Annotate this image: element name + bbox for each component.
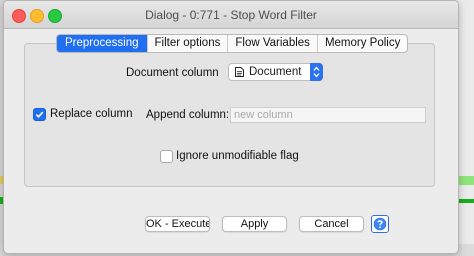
tab-flow-variables[interactable]: Flow Variables xyxy=(227,35,317,52)
question-mark-icon xyxy=(373,217,387,231)
checkmark-icon xyxy=(35,111,44,118)
document-column-value: Document xyxy=(249,66,302,78)
tab-preprocessing[interactable]: Preprocessing xyxy=(57,35,147,52)
document-icon xyxy=(235,67,244,77)
ok-execute-button[interactable]: OK - Execute xyxy=(145,216,210,232)
chevron-up-down-icon xyxy=(310,63,323,81)
ignore-unmodifiable-flag-checkbox[interactable] xyxy=(160,150,173,163)
append-column-label: Append column: xyxy=(146,109,230,121)
replace-column-checkbox[interactable] xyxy=(33,108,46,121)
help-button[interactable] xyxy=(371,215,389,233)
title-bar[interactable]: Dialog - 0:771 - Stop Word Filter xyxy=(4,1,458,29)
apply-button[interactable]: Apply xyxy=(222,216,287,232)
window-title: Dialog - 0:771 - Stop Word Filter xyxy=(145,8,317,22)
append-column-input[interactable] xyxy=(230,107,426,123)
replace-column-label: Replace column xyxy=(50,108,133,120)
document-column-label: Document column xyxy=(126,67,219,79)
ignore-unmodifiable-flag-label: Ignore unmodifiable flag xyxy=(176,150,299,162)
cancel-button[interactable]: Cancel xyxy=(299,216,364,232)
tab-bar: Preprocessing Filter options Flow Variab… xyxy=(56,34,409,53)
document-column-select[interactable]: Document xyxy=(228,63,323,81)
tab-filter-options[interactable]: Filter options xyxy=(146,35,228,52)
tab-memory-policy[interactable]: Memory Policy xyxy=(316,35,407,52)
